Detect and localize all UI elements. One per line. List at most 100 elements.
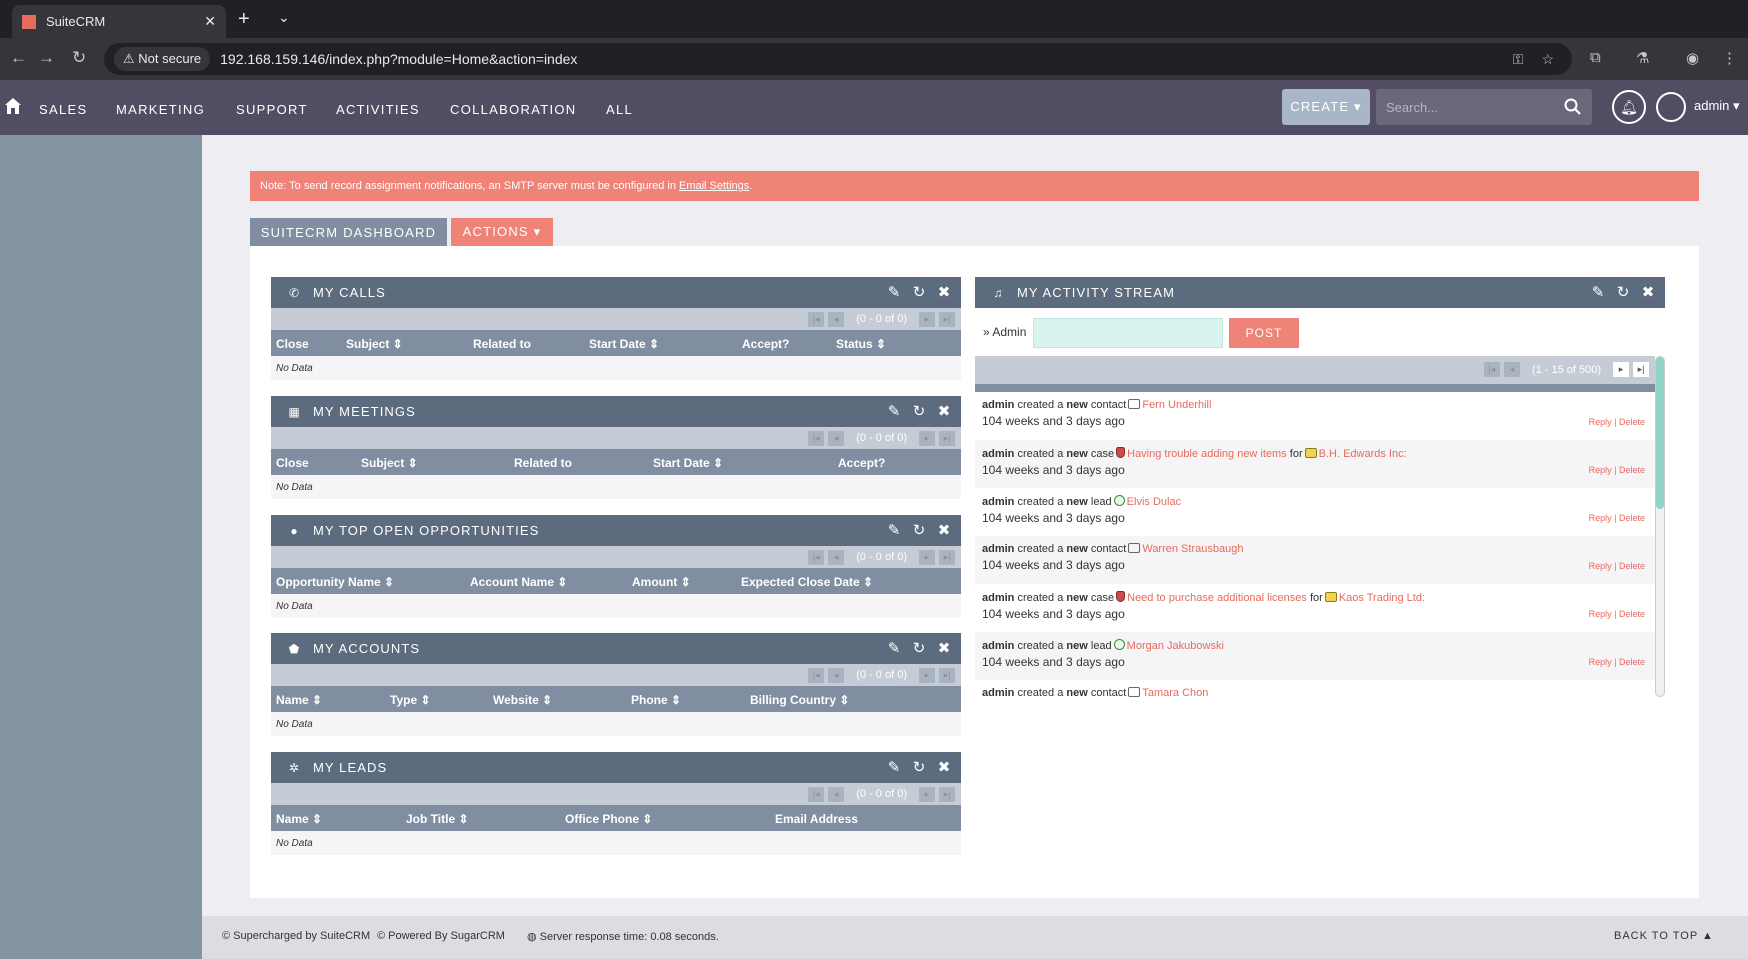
back-to-top-link[interactable]: BACK TO TOP ▲ [1614, 930, 1714, 942]
col-subject[interactable]: Subject ⇕ [361, 456, 418, 470]
browser-tab[interactable]: SuiteCRM ✕ [12, 5, 226, 38]
new-tab-icon[interactable]: + [238, 8, 250, 31]
activity-actor[interactable]: admin [982, 543, 1014, 555]
first-page-icon[interactable]: |◂ [808, 786, 825, 802]
home-icon[interactable] [4, 97, 22, 115]
next-page-icon[interactable]: ▸ [1613, 362, 1629, 377]
menu-all[interactable]: ALL [606, 102, 633, 117]
refresh-icon[interactable]: ↻ [1614, 283, 1632, 301]
col-website[interactable]: Website ⇕ [493, 693, 552, 707]
reply-link[interactable]: Reply [1589, 417, 1612, 427]
edit-pencil-icon[interactable]: ✎ [885, 639, 903, 657]
next-page-icon[interactable]: ▸ [919, 430, 935, 446]
activity-actor[interactable]: admin [982, 448, 1014, 460]
activity-record-link[interactable]: Tamara Chon [1142, 687, 1208, 697]
menu-sales[interactable]: SALES [39, 102, 87, 117]
reply-link[interactable]: Reply [1589, 465, 1612, 475]
activity-record-link[interactable]: Fern Underhill [1142, 399, 1211, 411]
edit-pencil-icon[interactable]: ✎ [1589, 283, 1607, 301]
activity-account-link[interactable]: Kaos Trading Ltd: [1339, 592, 1425, 604]
tab-suitecrm-dashboard[interactable]: SUITECRM DASHBOARD [250, 218, 447, 246]
refresh-icon[interactable]: ↻ [910, 283, 928, 301]
activity-record-link[interactable]: Elvis Dulac [1127, 496, 1181, 508]
col-amount[interactable]: Amount ⇕ [632, 575, 691, 589]
close-icon[interactable]: ✖ [935, 758, 953, 776]
last-page-icon[interactable]: ▸| [939, 549, 955, 565]
activity-record-link[interactable]: Need to purchase additional licenses [1127, 592, 1307, 604]
menu-support[interactable]: SUPPORT [236, 102, 308, 117]
activity-record-link[interactable]: Morgan Jakubowski [1127, 640, 1224, 652]
activity-account-link[interactable]: B.H. Edwards Inc: [1319, 448, 1407, 460]
password-key-icon[interactable]: ⚿ [1513, 51, 1524, 68]
edit-pencil-icon[interactable]: ✎ [885, 283, 903, 301]
refresh-icon[interactable]: ↻ [910, 521, 928, 539]
first-page-icon[interactable]: |◂ [808, 667, 825, 683]
close-icon[interactable]: ✖ [935, 283, 953, 301]
activity-actor[interactable]: admin [982, 640, 1014, 652]
col-opportunity-name[interactable]: Opportunity Name ⇕ [276, 575, 394, 589]
activity-record-link[interactable]: Warren Strausbaugh [1142, 543, 1243, 555]
col-expected-close-date[interactable]: Expected Close Date ⇕ [741, 575, 873, 589]
bookmark-star-icon[interactable]: ☆ [1541, 51, 1554, 68]
menu-activities[interactable]: ACTIVITIES [336, 102, 420, 117]
powered-link[interactable]: © Powered By SugarCRM [377, 930, 505, 942]
tab-list-icon[interactable]: ⌄ [278, 9, 290, 26]
first-page-icon[interactable]: |◂ [808, 430, 825, 446]
col-type[interactable]: Type ⇕ [390, 693, 431, 707]
last-page-icon[interactable]: ▸| [939, 667, 955, 683]
actions-dropdown[interactable]: ACTIONS ▾ [451, 218, 553, 246]
col-start-date[interactable]: Start Date ⇕ [589, 337, 659, 351]
col-account-name[interactable]: Account Name ⇕ [470, 575, 567, 589]
activity-scrollbar-thumb[interactable] [1656, 357, 1664, 509]
prev-page-icon[interactable]: ◂ [828, 549, 845, 565]
last-page-icon[interactable]: ▸| [939, 786, 955, 802]
menu-marketing[interactable]: MARKETING [116, 102, 205, 117]
labs-flask-icon[interactable]: ⚗ [1636, 49, 1649, 67]
col-name[interactable]: Name ⇕ [276, 693, 322, 707]
search-input[interactable] [1386, 99, 1546, 115]
delete-link[interactable]: Delete [1619, 561, 1645, 571]
reply-link[interactable]: Reply [1589, 513, 1612, 523]
edit-pencil-icon[interactable]: ✎ [885, 758, 903, 776]
reply-link[interactable]: Reply [1589, 561, 1612, 571]
extensions-icon[interactable]: ⧉ [1590, 49, 1601, 66]
post-button[interactable]: POST [1229, 318, 1299, 348]
first-page-icon[interactable]: |◂ [1483, 362, 1500, 377]
user-menu[interactable]: admin ▾ [1694, 98, 1740, 114]
delete-link[interactable]: Delete [1619, 465, 1645, 475]
activity-actor[interactable]: admin [982, 496, 1014, 508]
notifications-bell-icon[interactable]: 🔔︎ [1612, 90, 1646, 124]
prev-page-icon[interactable]: ◂ [828, 430, 845, 446]
refresh-icon[interactable]: ↻ [910, 402, 928, 420]
col-status[interactable]: Status ⇕ [836, 337, 886, 351]
close-icon[interactable]: ✖ [1639, 283, 1657, 301]
refresh-icon[interactable]: ↻ [910, 639, 928, 657]
browser-menu-icon[interactable]: ⋮ [1722, 49, 1737, 67]
close-tab-icon[interactable]: ✕ [204, 13, 216, 30]
menu-collaboration[interactable]: COLLABORATION [450, 102, 576, 117]
col-subject[interactable]: Subject ⇕ [346, 337, 403, 351]
refresh-icon[interactable]: ↻ [910, 758, 928, 776]
email-settings-link[interactable]: Email Settings [679, 180, 749, 192]
last-page-icon[interactable]: ▸| [939, 311, 955, 327]
forward-icon[interactable]: → [38, 48, 55, 68]
activity-actor[interactable]: admin [982, 592, 1014, 604]
last-page-icon[interactable]: ▸| [1633, 362, 1649, 377]
prev-page-icon[interactable]: ◂ [828, 786, 845, 802]
col-phone[interactable]: Phone ⇕ [631, 693, 681, 707]
close-icon[interactable]: ✖ [935, 402, 953, 420]
col-name[interactable]: Name ⇕ [276, 812, 322, 826]
user-avatar-icon[interactable] [1656, 92, 1686, 122]
reload-icon[interactable]: ↻ [72, 48, 86, 68]
col-job-title[interactable]: Job Title ⇕ [406, 812, 469, 826]
delete-link[interactable]: Delete [1619, 417, 1645, 427]
col-office-phone[interactable]: Office Phone ⇕ [565, 812, 652, 826]
next-page-icon[interactable]: ▸ [919, 786, 935, 802]
reply-link[interactable]: Reply [1589, 609, 1612, 619]
reply-link[interactable]: Reply [1589, 657, 1612, 667]
prev-page-icon[interactable]: ◂ [1503, 362, 1520, 377]
delete-link[interactable]: Delete [1619, 657, 1645, 667]
edit-pencil-icon[interactable]: ✎ [885, 402, 903, 420]
close-icon[interactable]: ✖ [935, 521, 953, 539]
delete-link[interactable]: Delete [1619, 513, 1645, 523]
